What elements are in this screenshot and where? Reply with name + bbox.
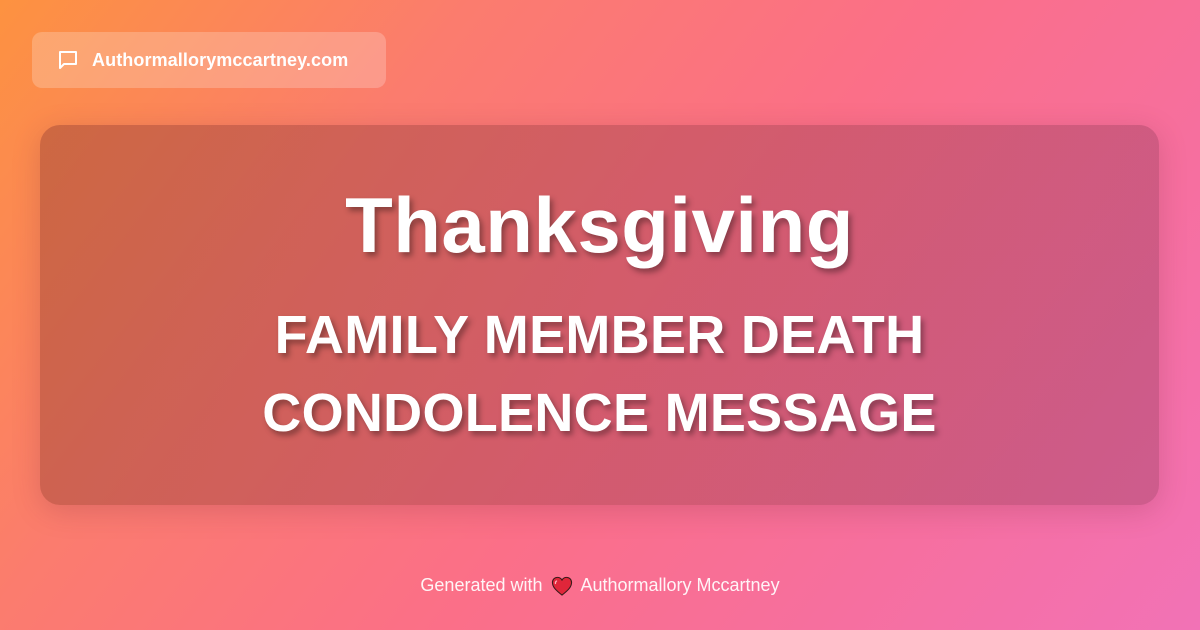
footer-credit: Generated with Authormallory Mccartney — [0, 575, 1200, 596]
page-title: Thanksgiving — [345, 181, 854, 269]
footer-prefix: Generated with — [420, 575, 543, 595]
site-badge[interactable]: Authormallorymccartney.com — [32, 32, 386, 88]
site-name: Authormallorymccartney.com — [92, 49, 349, 70]
subtitle-line-1: FAMILY MEMBER DEATH — [274, 305, 925, 365]
title-card: Thanksgiving FAMILY MEMBER DEATH CONDOLE… — [40, 125, 1159, 505]
heart-icon — [551, 576, 573, 596]
chat-bubble-icon — [56, 48, 80, 72]
subtitle-line-2: CONDOLENCE MESSAGE — [262, 383, 937, 443]
footer-author[interactable]: Authormallory Mccartney — [581, 575, 780, 596]
page-subtitle: FAMILY MEMBER DEATH CONDOLENCE MESSAGE — [262, 296, 936, 452]
